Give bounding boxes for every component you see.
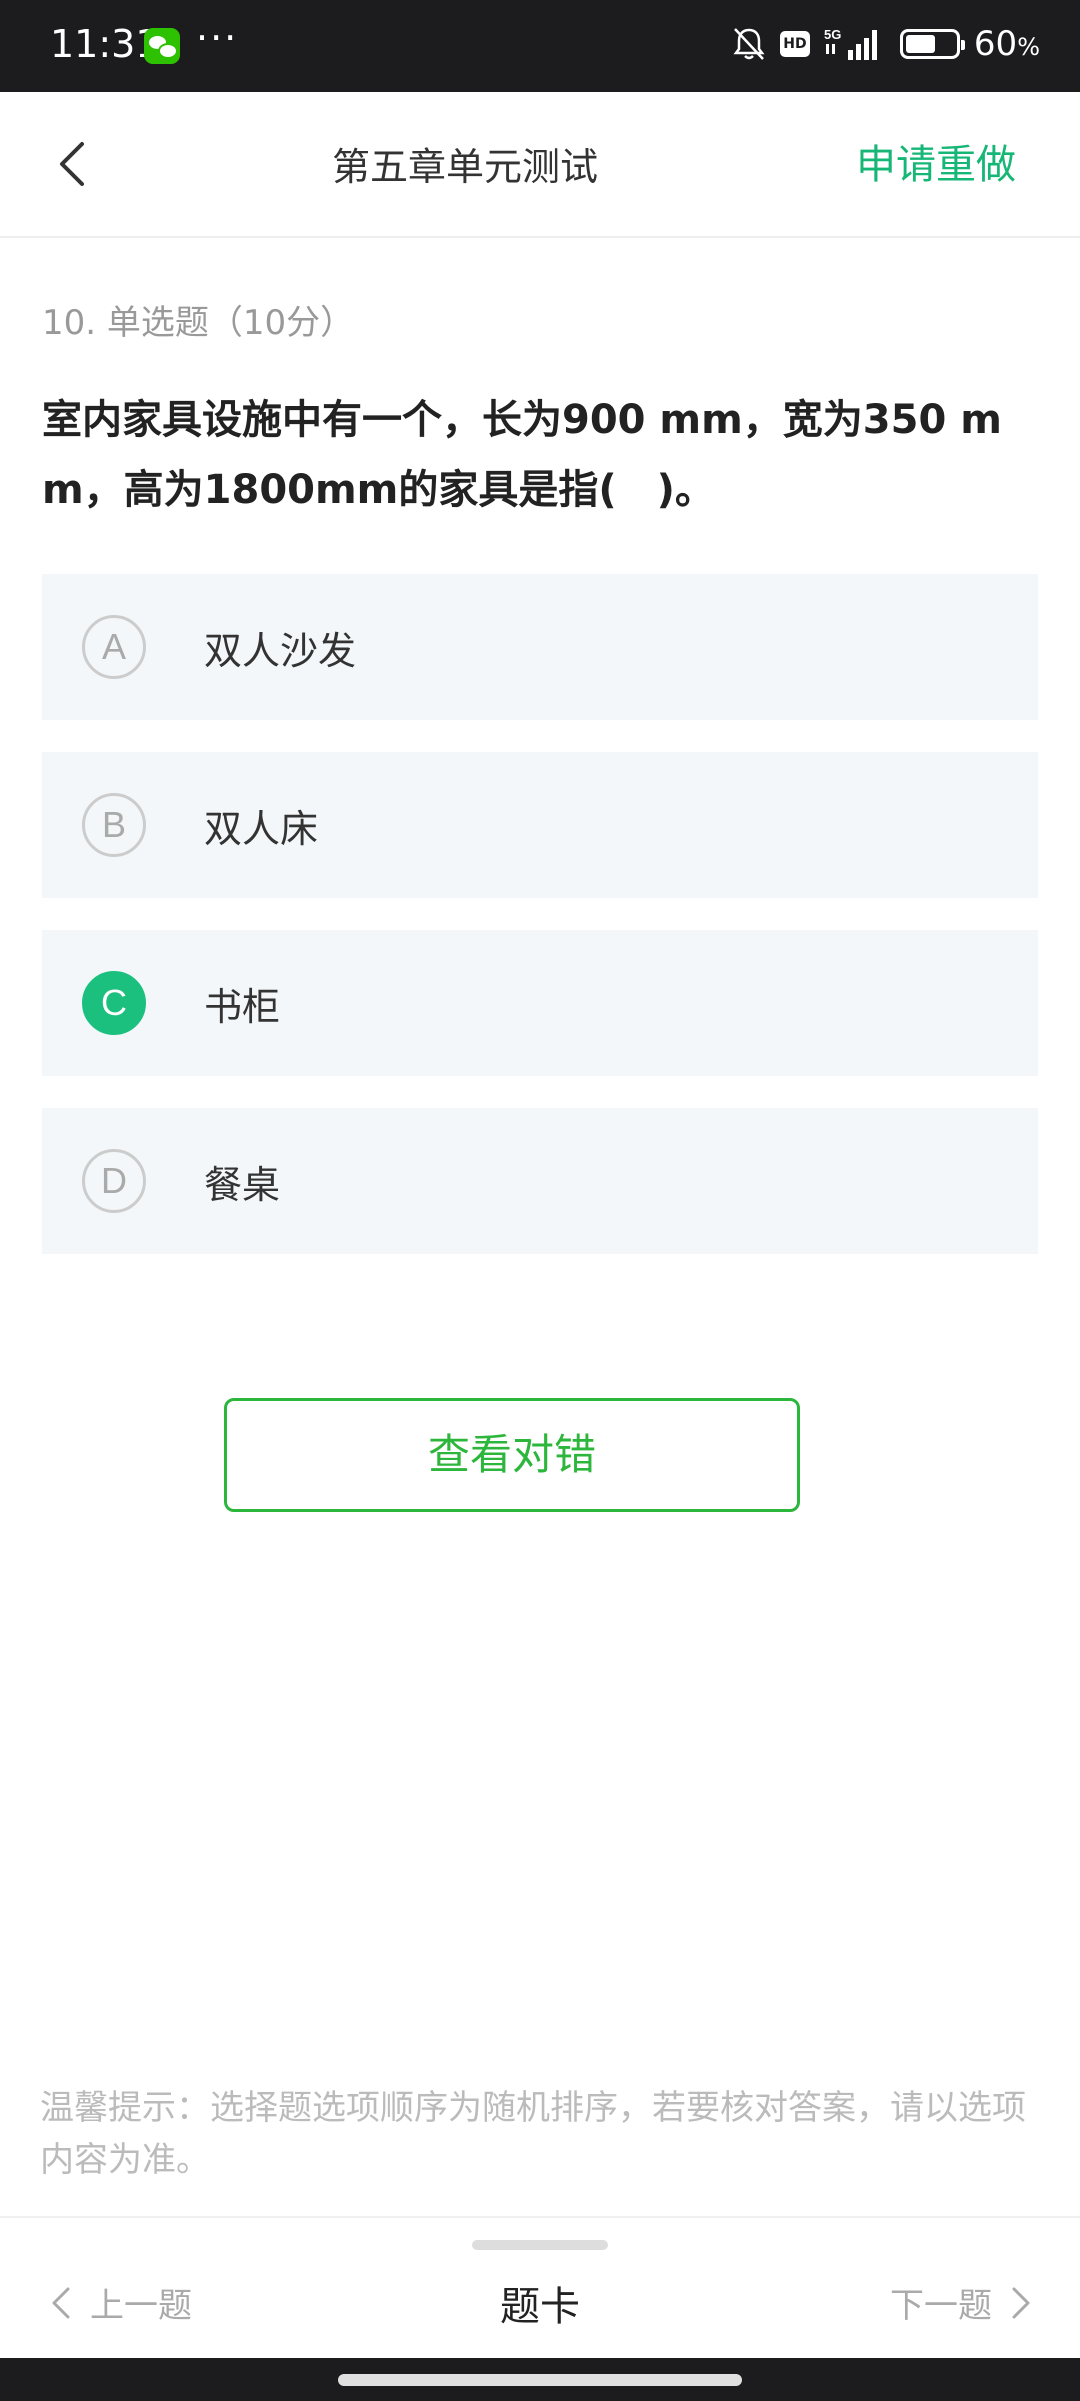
question-text-line: m，高为1800mm的家具是指( )。	[42, 467, 715, 513]
option-letter-badge: D	[82, 1149, 146, 1213]
battery-percent: 60%	[973, 24, 1040, 64]
option-a[interactable]: A 双人沙发	[42, 574, 1038, 720]
muted-bell-icon	[733, 28, 765, 60]
bottom-nav: 上一题 题卡 下一题	[0, 2216, 1080, 2358]
option-d[interactable]: D 餐桌	[42, 1108, 1038, 1254]
chevron-right-icon	[1012, 2287, 1030, 2318]
question-text-line: 室内家具设施中有一个，长为900 mm，宽为350 m	[42, 397, 1002, 443]
wechat-icon	[144, 28, 180, 64]
option-text: 餐桌	[204, 1163, 281, 1207]
5g-signal-icon: 5G	[824, 27, 877, 60]
tip-text: 温馨提示：选择题选项顺序为随机排序，若要核对答案，请以选项内容为准。	[40, 2088, 1026, 2180]
app-header: 第五章单元测试 申请重做	[0, 92, 1080, 238]
drag-handle[interactable]	[472, 2240, 608, 2250]
option-letter-badge: B	[82, 793, 146, 857]
battery-level	[905, 35, 935, 53]
option-c[interactable]: C 书柜	[42, 930, 1038, 1076]
status-bar: 11:31 ··· HD 5G 60%	[0, 0, 1080, 92]
svg-text:5G: 5G	[824, 27, 841, 42]
option-text: 书柜	[204, 985, 281, 1029]
option-letter-badge: A	[82, 615, 146, 679]
more-notifications-icon: ···	[196, 16, 239, 60]
option-text: 双人沙发	[204, 629, 357, 673]
home-gesture-bar[interactable]	[338, 2374, 742, 2386]
status-indicators: HD 5G 60%	[732, 24, 1040, 64]
next-question-button[interactable]: 下一题	[890, 2278, 1032, 2327]
option-letter-badge-selected: C	[82, 971, 146, 1035]
request-redo-button[interactable]: 申请重做	[856, 132, 1016, 190]
battery-icon	[899, 29, 965, 59]
question-text: 室内家具设施中有一个，长为900 mm，宽为350 m m，高为1800mm的家…	[42, 385, 1042, 525]
hd-icon: HD	[779, 31, 810, 57]
option-text: 双人床	[204, 807, 319, 851]
option-b[interactable]: B 双人床	[42, 752, 1038, 898]
next-question-label: 下一题	[890, 2286, 992, 2326]
question-meta: 10. 单选题（10分）	[42, 303, 355, 343]
check-answer-button[interactable]: 查看对错	[224, 1398, 800, 1512]
system-navigation-bar	[0, 2358, 1080, 2401]
